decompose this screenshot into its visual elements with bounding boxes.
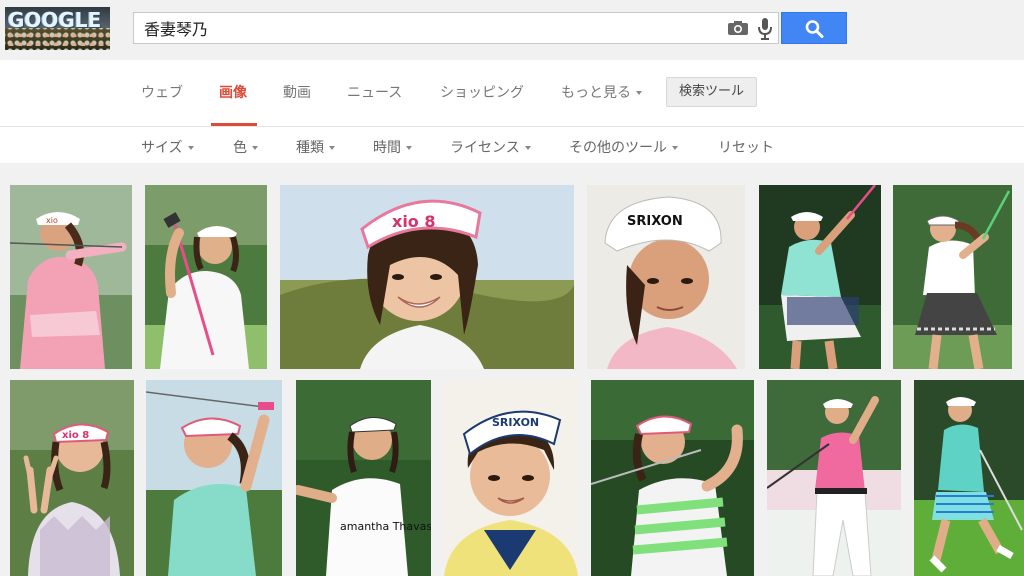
chevron-down-icon [187,146,194,150]
tool-time[interactable]: 時間 [373,137,412,157]
tab-images[interactable]: 画像 [219,82,247,102]
image-result[interactable]: xio 8 [10,380,134,576]
chevron-down-icon [252,146,258,150]
image-result[interactable] [145,185,267,369]
tool-more-tools-label: その他のツール [569,140,667,156]
tab-more-label: もっと見る [561,85,631,101]
tab-web[interactable]: ウェブ [141,82,183,102]
visor-logo-text: SRIXON [627,214,683,229]
search-tools-row: サイズ 色 種類 時間 ライセンス その他のツール リセット [0,127,1024,163]
tool-license-label: ライセンス [450,140,520,156]
search-tools-button[interactable]: 検索ツール [666,77,757,107]
image-result[interactable] [893,185,1012,369]
image-results-grid: xio xio 8 SRIXON xio 8 amantha Thavasa S… [0,163,1024,576]
visor-logo-text: xio 8 [392,212,436,231]
visor-logo-text: xio 8 [62,430,89,441]
chevron-down-icon [672,146,678,150]
tool-time-label: 時間 [373,140,401,156]
chevron-down-icon [406,146,412,150]
tool-size-label: サイズ [141,140,183,156]
tool-color-label: 色 [233,140,247,156]
google-logo[interactable]: GOOGLE [5,7,110,50]
logo-text: GOOGLE [8,8,102,32]
search-box [133,12,779,44]
image-result[interactable] [146,380,282,576]
tab-news[interactable]: ニュース [347,82,402,102]
tool-type-label: 種類 [296,140,324,156]
image-result[interactable]: SRIXON [444,380,578,576]
image-result[interactable]: xio [10,185,132,369]
header-bar: GOOGLE [0,0,1024,60]
search-input[interactable] [134,13,734,43]
image-result[interactable]: xio 8 [280,185,574,369]
tab-more[interactable]: もっと見る [561,82,642,102]
chevron-down-icon [636,91,642,95]
image-result[interactable]: amantha Thavasa [296,380,431,576]
chevron-down-icon [524,146,531,150]
tool-size[interactable]: サイズ [141,137,194,157]
image-result[interactable]: SRIXON [587,185,745,369]
search-type-tabs: ウェブ 画像 動画 ニュース ショッピング もっと見る 検索ツール [0,60,1024,127]
tool-reset[interactable]: リセット [718,137,774,157]
search-icon [805,20,824,38]
tool-license[interactable]: ライセンス [450,137,531,157]
image-result[interactable] [767,380,901,576]
shirt-text: amantha Thavasa [340,520,431,533]
search-button[interactable] [781,12,847,44]
visor-logo-text: xio [46,216,58,225]
tool-color[interactable]: 色 [233,137,258,157]
image-result[interactable] [591,380,754,576]
tab-shopping[interactable]: ショッピング [440,82,524,102]
tab-videos[interactable]: 動画 [283,82,311,102]
tool-more-tools[interactable]: その他のツール [569,137,678,157]
active-tab-indicator [211,123,257,126]
image-result[interactable] [914,380,1024,576]
visor-logo-text: SRIXON [492,416,539,429]
image-result[interactable] [759,185,881,369]
camera-icon[interactable] [728,21,748,35]
chevron-down-icon [329,146,335,150]
tool-type[interactable]: 種類 [296,137,335,157]
microphone-icon[interactable] [758,18,772,40]
